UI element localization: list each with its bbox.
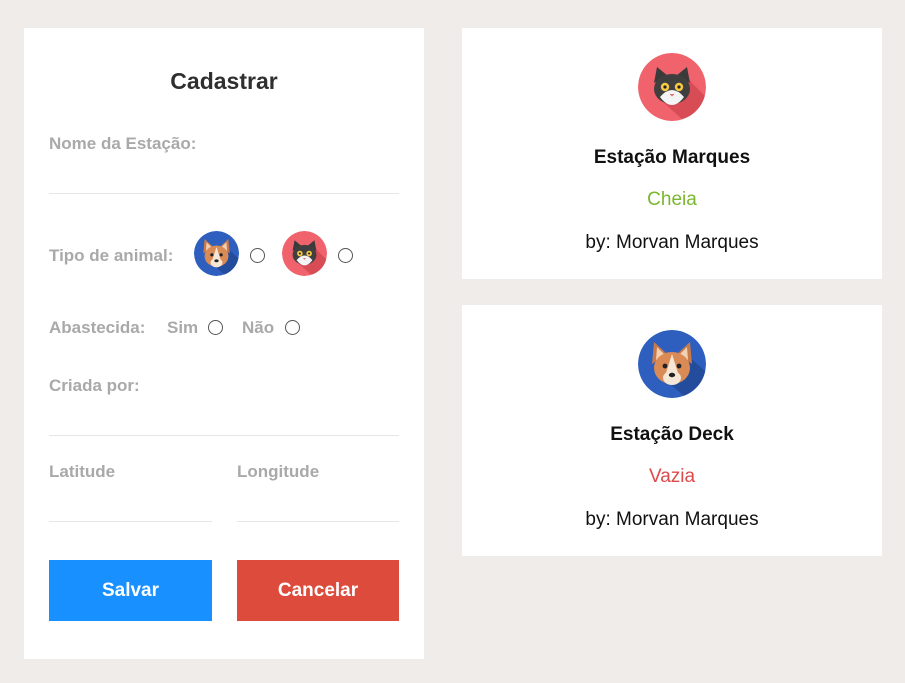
supplied-label: Abastecida: (49, 318, 146, 337)
latitude-label: Latitude (49, 462, 116, 481)
dog-icon (194, 231, 239, 276)
cat-icon (638, 53, 706, 121)
cancel-button[interactable]: Cancelar (237, 560, 399, 621)
station-name-label: Nome da Estação: (49, 134, 197, 153)
station-author: by: Morvan Marques (585, 509, 759, 530)
register-form: Cadastrar Nome da Estação: Tipo de anima… (24, 28, 424, 659)
cat-icon (282, 231, 327, 276)
longitude-label: Longitude (237, 462, 320, 481)
supplied-yes-label: Sim (167, 318, 199, 337)
animal-radio-cat[interactable] (338, 248, 353, 263)
supplied-yes-radio[interactable] (208, 320, 223, 335)
dog-icon (638, 330, 706, 398)
station-name: Estação Marques (593, 147, 751, 168)
save-button[interactable]: Salvar (49, 560, 212, 621)
animal-radio-dog[interactable] (250, 248, 265, 263)
station-name-input[interactable] (49, 160, 399, 192)
longitude-underline (237, 521, 399, 522)
latitude-input[interactable] (49, 488, 212, 520)
station-status: Cheia (647, 189, 697, 210)
station-card: Estação Deck Vazia by: Morvan Marques (462, 305, 882, 556)
latitude-underline (49, 521, 212, 522)
form-title: Cadastrar (170, 68, 278, 94)
supplied-no-label: Não (242, 318, 275, 337)
station-name: Estação Deck (610, 424, 734, 445)
station-name-underline (49, 193, 399, 194)
created-by-input[interactable] (49, 402, 399, 434)
station-card: Estação Marques Cheia by: Morvan Marques (462, 28, 882, 279)
station-author: by: Morvan Marques (585, 232, 759, 253)
created-by-label: Criada por: (49, 376, 140, 395)
animal-type-label: Tipo de animal: (49, 246, 174, 265)
station-status: Vazia (648, 466, 696, 487)
longitude-input[interactable] (237, 488, 399, 520)
created-by-underline (49, 435, 399, 436)
supplied-no-radio[interactable] (285, 320, 300, 335)
